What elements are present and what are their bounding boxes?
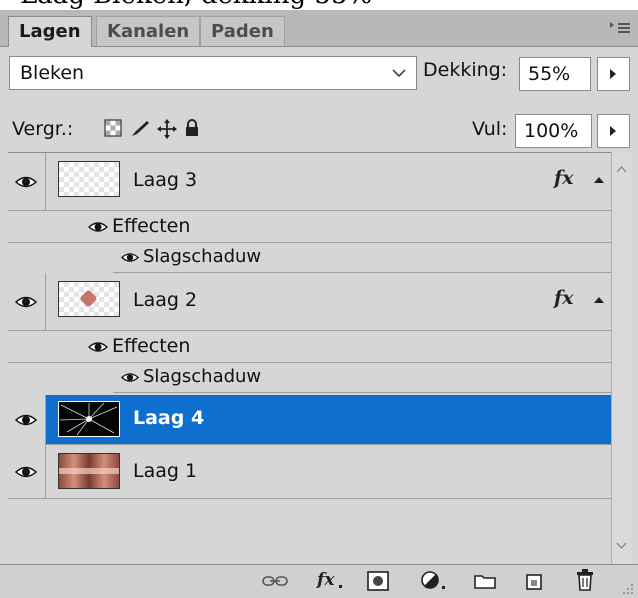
layer-thumbnail [58,161,120,197]
collapse-effects-icon[interactable] [594,297,604,303]
scroll-up-icon[interactable] [616,166,627,173]
layers-list: Laag 3 fx Effecten Slagschaduw Laag 2 fx… [8,152,611,565]
effect-name: Slagschaduw [143,366,262,387]
tab-lagen[interactable]: Lagen [8,16,92,47]
fill-label: Vul: [472,118,508,140]
layer-row-laag-3[interactable]: Laag 3 fx [8,153,611,211]
eye-icon [15,296,37,308]
eye-icon [15,466,37,478]
effects-row[interactable]: Effecten [8,331,611,363]
eye-icon[interactable] [87,341,109,353]
layer-name[interactable]: Laag 1 [133,460,197,482]
fx-icon[interactable]: fx [554,167,574,189]
layers-toolbar: fx [0,564,638,598]
visibility-toggle[interactable] [8,153,46,211]
cropped-top-strip: Laag Bleken; dekking 55% [0,0,638,10]
effect-row[interactable]: Slagschaduw [113,243,611,273]
tab-bar: Lagen Kanalen Paden [0,10,638,47]
fill-input[interactable]: 100% [515,114,592,148]
eye-icon[interactable] [120,372,140,383]
collapse-effects-icon[interactable] [594,177,604,183]
delete-layer-icon[interactable] [576,569,594,591]
selection-highlight: Laag 4 [46,395,611,444]
blend-mode-select[interactable]: Bleken [9,56,417,90]
eye-icon [15,414,37,426]
layer-thumbnail [58,281,120,317]
layer-thumbnail [58,401,120,437]
link-layers-icon[interactable] [262,575,288,587]
visibility-toggle[interactable] [8,445,46,499]
effects-row[interactable]: Effecten [8,211,611,243]
layer-row-laag-4[interactable]: Laag 4 [8,395,611,445]
layer-thumbnail [58,453,120,489]
fx-icon[interactable]: fx [554,287,574,309]
new-group-icon[interactable] [474,573,496,589]
add-style-icon[interactable]: fx [316,569,344,591]
effects-label: Effecten [112,335,191,357]
lock-all-icon[interactable] [184,119,200,137]
layer-name[interactable]: Laag 3 [133,169,197,191]
chevron-down-icon [392,69,406,78]
effect-name: Slagschaduw [143,246,262,267]
lock-paint-icon[interactable] [130,119,150,137]
visibility-toggle[interactable] [8,273,46,331]
lock-transparency-icon[interactable] [104,119,122,137]
arrow-right-icon [610,126,616,136]
effects-label: Effecten [112,215,191,237]
effect-row[interactable]: Slagschaduw [113,363,611,393]
opacity-label: Dekking: [423,59,508,81]
layer-name[interactable]: Laag 4 [133,407,204,429]
layer-row-laag-1[interactable]: Laag 1 [8,445,611,499]
arrow-right-icon [610,69,616,79]
scroll-down-icon[interactable] [616,542,627,549]
resize-grip-icon[interactable] [620,581,634,595]
eye-icon[interactable] [87,221,109,233]
eye-icon [15,176,37,188]
opacity-input[interactable]: 55% [519,57,591,91]
fill-slider-button[interactable] [597,114,630,148]
opacity-slider-button[interactable] [597,57,630,91]
lock-position-icon[interactable] [157,119,177,139]
add-mask-icon[interactable] [367,571,389,591]
layer-row-laag-2[interactable]: Laag 2 fx [8,273,611,331]
eye-icon[interactable] [120,252,140,263]
lock-label: Vergr.: [12,118,74,140]
new-layer-icon[interactable] [525,571,543,591]
panel-menu-icon[interactable] [610,20,630,36]
adjustment-layer-icon[interactable] [420,570,448,592]
layer-name[interactable]: Laag 2 [133,289,197,311]
layers-scrollbar[interactable] [611,152,631,564]
tab-kanalen[interactable]: Kanalen [96,16,201,46]
svg-text:fx: fx [316,570,335,590]
blend-mode-value: Bleken [20,62,85,84]
tab-paden[interactable]: Paden [200,16,285,46]
visibility-toggle[interactable] [8,395,46,445]
